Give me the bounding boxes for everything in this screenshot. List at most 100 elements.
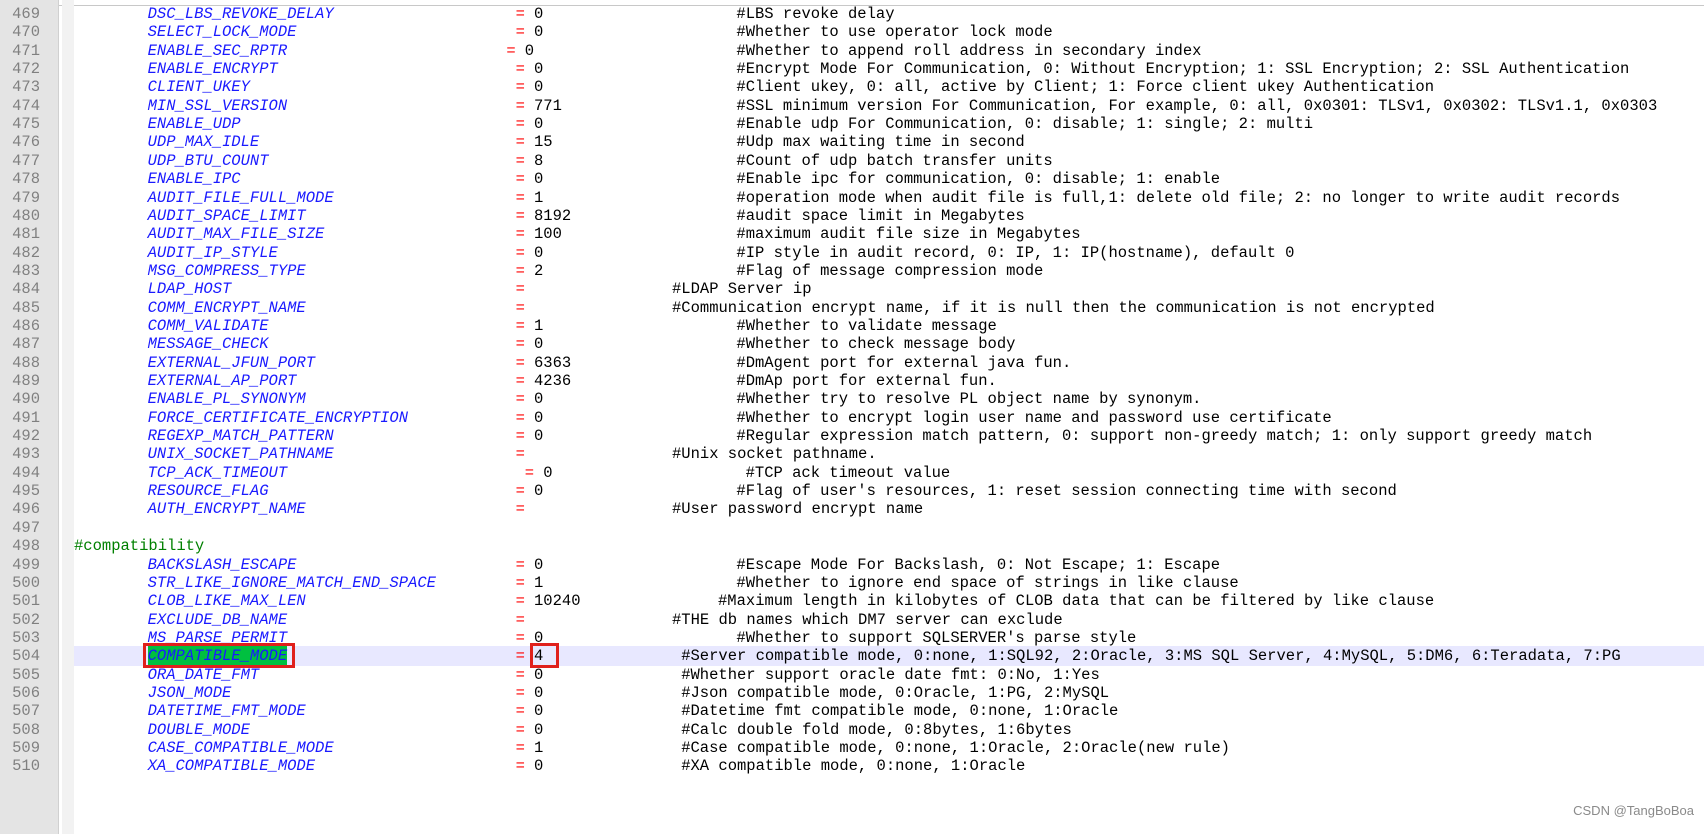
param-comment: #XA compatible mode, 0:none, 1:Oracle: [681, 757, 1026, 776]
param-comment: #Whether to support SQLSERVER's parse st…: [736, 628, 1137, 647]
param-value: 0: [534, 427, 544, 446]
equals-sign: =: [515, 445, 525, 464]
equals-sign: =: [515, 243, 525, 262]
param-comment: #Json compatible mode, 0:Oracle, 1:PG, 2…: [681, 683, 1110, 702]
line-number: 501: [12, 592, 40, 611]
line-number: 490: [12, 390, 40, 409]
line-number: 484: [12, 280, 40, 299]
line-number: 474: [12, 96, 40, 115]
param-name: MSG_COMPRESS_TYPE: [147, 261, 306, 280]
param-name: SELECT_LOCK_MODE: [147, 23, 297, 42]
line-number: 469: [12, 5, 40, 23]
equals-sign: =: [515, 628, 525, 647]
line-number: 480: [12, 206, 40, 225]
param-comment: #Whether to append roll address in secon…: [736, 41, 1202, 60]
equals-sign: =: [515, 592, 525, 611]
equals-sign: =: [515, 482, 525, 501]
param-comment: #Count of udp batch transfer units: [736, 151, 1053, 170]
line-number: 506: [12, 683, 40, 702]
param-value: 1: [534, 739, 544, 757]
param-value: 0: [534, 757, 544, 776]
param-name: UDP_MAX_IDLE: [147, 133, 260, 152]
param-name: AUDIT_MAX_FILE_SIZE: [147, 225, 325, 244]
code-line[interactable]: [0, 518, 1704, 538]
equals-sign: =: [515, 647, 525, 666]
param-comment: #audit space limit in Megabytes: [736, 206, 1025, 225]
equals-sign: =: [515, 225, 525, 244]
equals-sign: =: [515, 188, 525, 207]
param-name: RESOURCE_FLAG: [147, 482, 269, 501]
line-number: 500: [12, 573, 40, 592]
line-number: 494: [12, 463, 40, 482]
param-name: REGEXP_MATCH_PATTERN: [147, 427, 334, 446]
equals-sign: =: [515, 683, 525, 702]
param-value: 8: [534, 151, 544, 170]
param-comment: #maximum audit file size in Megabytes: [736, 225, 1081, 244]
param-comment: #DmAp port for external fun.: [736, 372, 997, 390]
equals-sign: =: [515, 739, 525, 757]
equals-sign: =: [515, 316, 525, 335]
param-name: COMM_ENCRYPT_NAME: [147, 298, 306, 317]
equals-sign: =: [515, 335, 525, 354]
line-number: 491: [12, 408, 40, 427]
equals-sign: =: [515, 427, 525, 446]
param-comment: #Whether to ignore end space of strings …: [736, 573, 1239, 592]
param-name: MIN_SSL_VERSION: [147, 96, 288, 115]
param-value: 6363: [534, 353, 572, 372]
param-value: 10240: [534, 592, 581, 611]
line-number: 481: [12, 225, 40, 244]
param-comment: #Encrypt Mode For Communication, 0: With…: [736, 60, 1630, 79]
param-value: 0: [534, 335, 544, 354]
line-number: 477: [12, 151, 40, 170]
line-number: 485: [12, 298, 40, 317]
equals-sign: =: [515, 757, 525, 776]
code-line[interactable]: [0, 279, 1704, 299]
line-number: 492: [12, 427, 40, 446]
param-value: 0: [534, 243, 544, 262]
line-number: 503: [12, 628, 40, 647]
line-number: 476: [12, 133, 40, 152]
param-name: CLOB_LIKE_MAX_LEN: [147, 592, 306, 611]
equals-sign: =: [515, 151, 525, 170]
code-editor[interactable]: 469 DSC_LBS_REVOKE_DELAY = 0 #LBS revoke del…: [0, 0, 1704, 834]
param-value: 0: [534, 555, 544, 574]
equals-sign: =: [515, 353, 525, 372]
equals-sign: =: [515, 500, 525, 519]
line-number: 473: [12, 78, 40, 97]
line-number: 509: [12, 739, 40, 757]
line-number: 496: [12, 500, 40, 519]
line-number: 472: [12, 60, 40, 79]
equals-sign: =: [515, 23, 525, 42]
param-comment: #Unix socket pathname.: [672, 445, 877, 464]
param-value: 771: [534, 96, 562, 115]
line-number: 479: [12, 188, 40, 207]
line-number: 471: [12, 41, 40, 60]
param-value: 2: [534, 261, 544, 280]
param-name: AUDIT_SPACE_LIMIT: [147, 206, 306, 225]
param-comment: #Flag of message compression mode: [736, 261, 1044, 280]
param-value: 1: [534, 188, 544, 207]
param-name: AUDIT_IP_STYLE: [147, 243, 278, 262]
param-name: ENABLE_ENCRYPT: [147, 60, 278, 79]
code-line[interactable]: [0, 536, 1704, 556]
param-name: TCP_ACK_TIMEOUT: [147, 463, 288, 482]
param-name: ORA_DATE_FMT: [147, 665, 260, 684]
param-comment: #Enable udp For Communication, 0: disabl…: [736, 115, 1314, 134]
param-comment: #Whether try to resolve PL object name b…: [736, 390, 1202, 409]
line-number: 478: [12, 170, 40, 189]
param-comment: #Whether to use operator lock mode: [736, 23, 1053, 42]
param-value: 0: [534, 170, 544, 189]
line-number: 486: [12, 316, 40, 335]
param-name: ENABLE_UDP: [147, 115, 241, 134]
param-comment: #IP style in audit record, 0: IP, 1: IP(…: [736, 243, 1295, 262]
param-value: 0: [534, 60, 544, 79]
line-number: 495: [12, 482, 40, 501]
param-value: 0: [534, 408, 544, 427]
param-value: 0: [543, 463, 553, 482]
param-name: EXTERNAL_JFUN_PORT: [147, 353, 316, 372]
param-value: 0: [534, 23, 544, 42]
param-comment: #Escape Mode For Backslash, 0: Not Escap…: [736, 555, 1221, 574]
line-number: 489: [12, 372, 40, 390]
param-name: AUTH_ENCRYPT_NAME: [147, 500, 306, 519]
param-value: 1: [534, 573, 544, 592]
